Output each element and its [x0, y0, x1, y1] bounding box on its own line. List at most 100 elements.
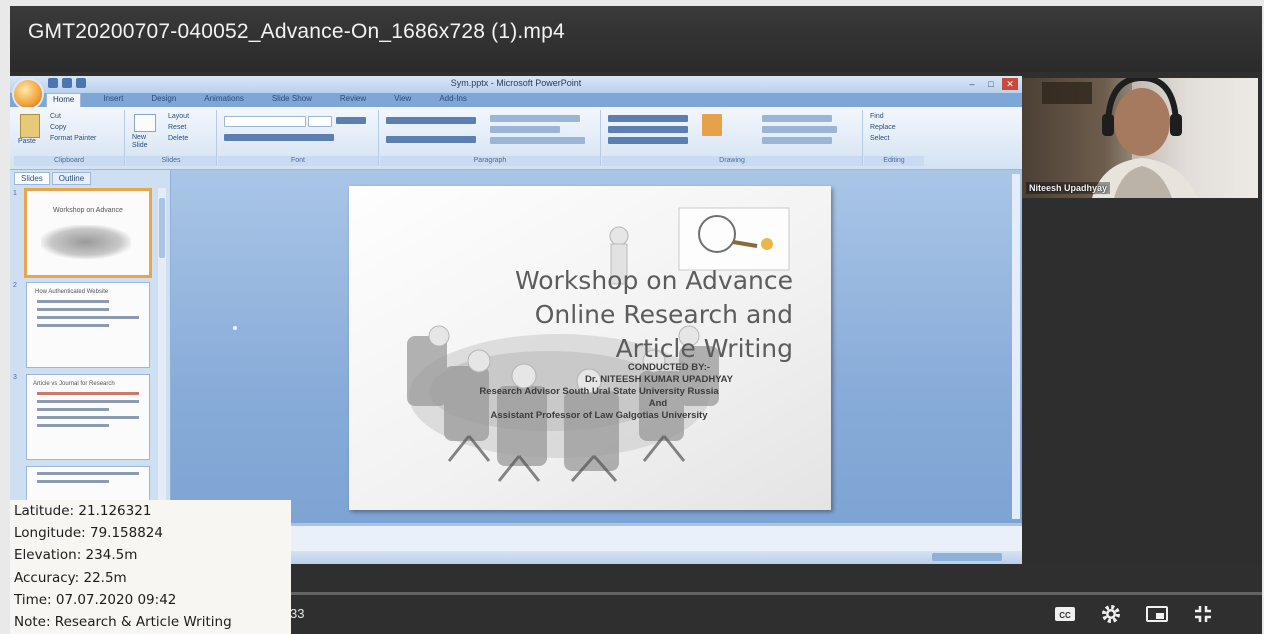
video-top-bar: GMT20200707-040052_Advance-On_1686x728 (… [10, 6, 1262, 72]
alignment-icons [386, 136, 476, 143]
group-label-slides: Slides [126, 156, 216, 166]
thumb-title: How Authenticated Website [35, 289, 109, 295]
arrange-icon [702, 114, 722, 136]
thumb-text-line [37, 400, 139, 403]
group-label-clipboard: Clipboard [14, 156, 124, 166]
thumb-number: 2 [13, 282, 17, 289]
smartart-icon [490, 137, 585, 144]
close-icon: ✕ [1002, 78, 1018, 90]
note-text: Note: Research & Article Writing [14, 614, 232, 631]
video-title: GMT20200707-040052_Advance-On_1686x728 (… [28, 20, 565, 43]
shapes-row-2-icon [608, 126, 688, 133]
slide-title-line-2: Online Research and [534, 300, 793, 329]
presenter-name: Dr. NITEESH KUMAR UPADHYAY [585, 374, 733, 385]
save-icon [48, 78, 58, 88]
maximize-icon: □ [988, 79, 994, 89]
thumb-title: Article vs Journal for Research [33, 381, 115, 387]
cut-label: Cut [50, 113, 61, 120]
ribbon-tab-slide-show: Slide Show [271, 94, 312, 103]
panel-tab-outline: Outline [51, 172, 92, 185]
ribbon-tab-review: Review [339, 94, 367, 103]
slide-title-line-1: Workshop on Advance [515, 266, 793, 295]
thumb-text-line [37, 300, 109, 303]
ppt-window-title: Sym.pptx - Microsoft PowerPoint [450, 78, 582, 88]
closed-captions-icon[interactable]: CC [1052, 602, 1078, 626]
minimize-icon: – [969, 79, 975, 89]
paste-icon [20, 114, 40, 138]
new-slide-icon [134, 114, 156, 132]
participant-video [1042, 78, 1258, 198]
notes-pane [171, 523, 1022, 554]
slide-title-line-3: Article Writing [615, 334, 793, 363]
font-name-box [224, 116, 306, 127]
current-slide: Workshop on Advance Online Research and … [349, 186, 831, 510]
text-direction-icon [490, 115, 580, 122]
select-label: Select [870, 135, 890, 142]
list-icons [386, 117, 476, 124]
shape-effects-icon [762, 137, 832, 144]
ribbon-tab-animations: Animations [204, 94, 244, 103]
ribbon-group-drawing: Drawing [602, 110, 863, 166]
ppt-title-bar: Sym.pptx - Microsoft PowerPoint – □ ✕ [10, 76, 1022, 93]
slide-thumbnail-3: Article vs Journal for Research [26, 374, 150, 460]
exit-fullscreen-icon[interactable] [1190, 602, 1216, 626]
editor-scrollbar [1012, 174, 1020, 519]
new-slide-label: New Slide [132, 134, 148, 149]
settings-gear-icon[interactable] [1098, 602, 1124, 626]
svg-text:CC: CC [1059, 611, 1071, 620]
shape-fill-icon [762, 115, 832, 122]
thumb-title: Workshop on Advance [53, 207, 123, 214]
thumb-text-line [37, 392, 139, 395]
ribbon-group-paragraph: Paragraph [380, 110, 601, 166]
accuracy-text: Accuracy: 22.5m [14, 569, 127, 586]
longitude-text: Longitude: 79.158824 [14, 525, 163, 542]
slide-title: Workshop on Advance Online Research and … [423, 264, 793, 366]
ribbon-group-editing: Find Replace Select Editing [864, 110, 924, 166]
conducted-by-label: CONDUCTED BY:- [627, 362, 711, 373]
ribbon-tab-design: Design [151, 94, 177, 103]
miniplayer-icon[interactable] [1144, 602, 1170, 626]
thumb-text-line [37, 316, 139, 319]
mouse-cursor-icon [233, 326, 237, 330]
time-display: 33 [290, 606, 305, 621]
font-size-box [308, 116, 332, 127]
paste-label: Paste [18, 138, 36, 145]
undo-icon [62, 78, 72, 88]
participant-name: Niteesh Upadhyay [1026, 182, 1111, 194]
replace-label: Replace [870, 124, 896, 131]
thumb-number: 1 [13, 190, 17, 197]
thumb-image [41, 225, 131, 259]
video-dark-area [1022, 198, 1262, 564]
thumb-text-line [37, 480, 109, 483]
window-controls: – □ ✕ [964, 78, 1018, 90]
slide-editing-area: Workshop on Advance Online Research and … [171, 170, 1022, 523]
office-button-icon [14, 80, 42, 108]
slide-subtitle: CONDUCTED BY:- Dr. NITEESH KUMAR UPADHYA… [389, 362, 809, 422]
align-text-icon [490, 126, 560, 133]
shapes-row-1-icon [608, 115, 688, 122]
presenter-role-2: Assistant Professor of Law Galgotias Uni… [490, 410, 708, 421]
ribbon-tabs: Home Insert Design Animations Slide Show… [46, 93, 473, 107]
time-text: Time: 07.07.2020 09:42 [14, 591, 177, 608]
thumb-text-line [37, 416, 139, 419]
shape-outline-icon [762, 126, 837, 133]
scrollbar-thumb [159, 198, 165, 258]
zoom-slider [932, 553, 1002, 561]
powerpoint-window: Sym.pptx - Microsoft PowerPoint – □ ✕ Ho… [10, 76, 1022, 564]
group-label-editing: Editing [864, 156, 924, 166]
thumb-text-line [37, 308, 109, 311]
panel-tabs: Slides Outline [14, 172, 92, 185]
thumb-text-line [37, 408, 109, 411]
webcam-tile: Niteesh Upadhyay [1022, 78, 1258, 198]
ribbon-group-slides: New Slide Layout Reset Delete Slides [126, 110, 217, 166]
thumb-text-line [37, 424, 109, 427]
ribbon-tab-insert: Insert [103, 94, 124, 103]
ribbon-tab-add-ins: Add-Ins [439, 94, 467, 103]
group-label-font: Font [218, 156, 378, 166]
delete-label: Delete [168, 135, 189, 142]
copy-label: Copy [50, 124, 67, 131]
ribbon-tab-home: Home [46, 93, 82, 107]
panel-tab-slides: Slides [14, 172, 50, 185]
slide-thumbnail-1: Workshop on Advance [24, 188, 152, 278]
and-label: And [648, 398, 668, 409]
